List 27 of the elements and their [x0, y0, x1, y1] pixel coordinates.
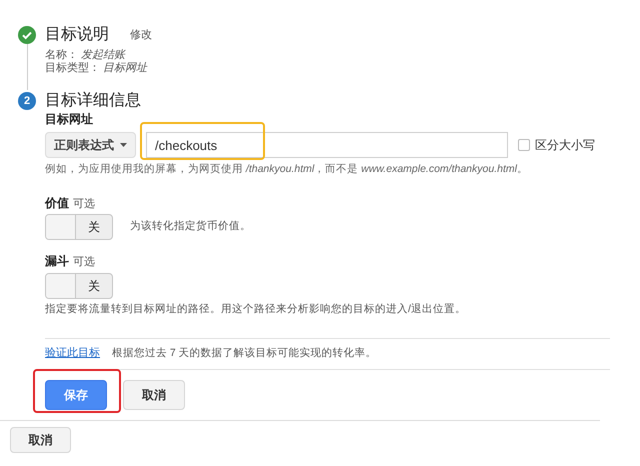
verify-description: 根据您过去 7 天的数据了解该目标可能实现的转化率。: [112, 346, 377, 361]
step-title: 目标详细信息: [45, 90, 141, 111]
detail-value: 目标网址: [103, 62, 147, 75]
option-description: 为该转化指定货币价值。: [130, 219, 251, 234]
detail-value: 发起结账: [81, 49, 125, 62]
step-number: 2: [18, 92, 36, 110]
option-label: 价值: [45, 194, 69, 212]
optional-text: 可选: [73, 255, 95, 270]
caret-icon: [120, 143, 127, 147]
match-type-dropdown[interactable]: 正则表达式: [45, 132, 136, 158]
field-label: 目标网址: [45, 111, 94, 128]
hint-text: 例如，为应用使用我的屏幕，为网页使用 /thankyou.html，而不是 www.example.com/thankyou.html。: [45, 162, 529, 177]
detail-label: 目标类型：: [45, 62, 100, 75]
step-title: 目标说明: [45, 25, 109, 45]
option-description: 指定要将流量转到目标网址的路径。用这个路径来分析影响您的目标的进入/退出位置。: [45, 302, 467, 317]
cancel-button[interactable]: 取消: [123, 380, 185, 410]
edit-link[interactable]: 修改: [130, 26, 152, 44]
verify-link[interactable]: 验证此目标: [45, 345, 100, 362]
toggle-switch[interactable]: 关: [45, 272, 113, 299]
url-input-field[interactable]: /checkouts: [146, 132, 508, 158]
optional-text: 可选: [73, 196, 95, 212]
detail-label: 名称：: [45, 49, 78, 62]
checkbox-label: 区分大小写: [535, 137, 595, 154]
cancel-button[interactable]: 取消: [10, 426, 71, 452]
option-label: 漏斗: [45, 253, 69, 270]
toggle-switch[interactable]: 关: [45, 214, 113, 240]
checkbox[interactable]: [518, 139, 530, 151]
